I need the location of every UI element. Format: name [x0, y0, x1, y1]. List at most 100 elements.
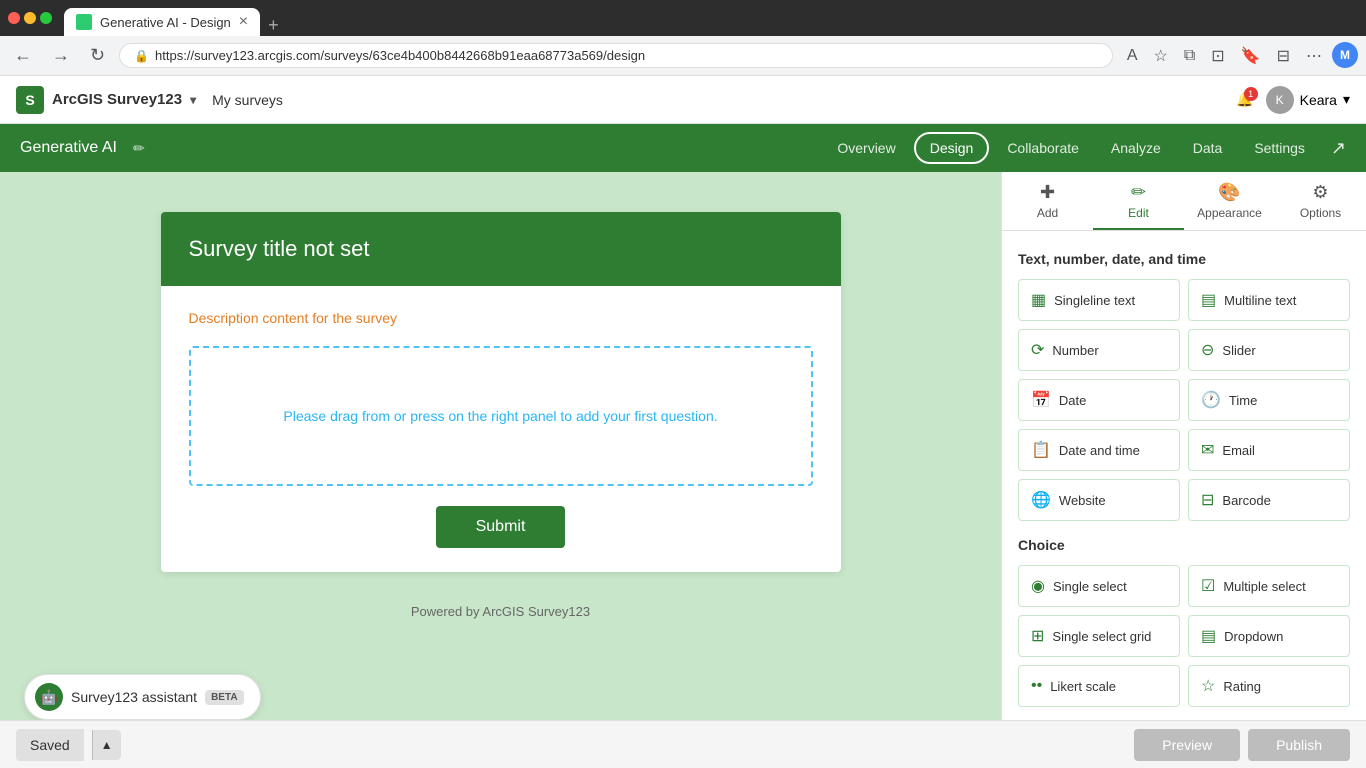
appearance-tab-icon: 🎨 [1218, 182, 1240, 203]
singleline-text-label: Singleline text [1054, 293, 1135, 308]
more-tools-button[interactable]: ⋯ [1300, 42, 1328, 70]
address-bar-row: ← → ↻ 🔒 https://survey123.arcgis.com/sur… [0, 36, 1366, 76]
window-controls [8, 12, 52, 24]
tab-options[interactable]: ⚙ Options [1275, 172, 1366, 230]
nav-data[interactable]: Data [1179, 134, 1237, 162]
rating-icon: ☆ [1201, 676, 1215, 696]
favorites-button[interactable]: 🔖 [1235, 42, 1267, 70]
survey-header: Generative AI ✏ Overview Design Collabor… [0, 124, 1366, 172]
likert-scale-button[interactable]: •• Likert scale [1018, 665, 1180, 707]
time-button[interactable]: 🕐 Time [1188, 379, 1350, 421]
email-icon: ✉ [1201, 440, 1214, 460]
app-header-right: 🔔 1 K Keara ▾ [1236, 86, 1350, 114]
minimize-btn[interactable] [24, 12, 36, 24]
dropdown-label: Dropdown [1224, 629, 1283, 644]
tab-add[interactable]: ✚ Add [1002, 172, 1093, 230]
slider-icon: ⊖ [1201, 340, 1214, 360]
notification-icon[interactable]: 🔔 1 [1236, 91, 1253, 108]
number-icon: ⟳ [1031, 340, 1044, 360]
slider-button[interactable]: ⊖ Slider [1188, 329, 1350, 371]
survey-card-body: Description content for the survey Pleas… [161, 286, 841, 572]
my-surveys-link[interactable]: My surveys [212, 92, 283, 108]
singleline-text-button[interactable]: ▦ Singleline text [1018, 279, 1180, 321]
tab-edit[interactable]: ✏ Edit [1093, 172, 1184, 230]
assistant-button[interactable]: 🤖 Survey123 assistant BETA [24, 674, 261, 720]
tab-appearance[interactable]: 🎨 Appearance [1184, 172, 1275, 230]
browser-chrome: Generative AI - Design × + [0, 0, 1366, 36]
maximize-btn[interactable] [40, 12, 52, 24]
nav-overview[interactable]: Overview [823, 134, 909, 162]
user-dropdown-icon: ▾ [1343, 91, 1350, 108]
refresh-button[interactable]: ↻ [84, 41, 111, 70]
singleline-text-icon: ▦ [1031, 290, 1046, 310]
assistant-icon: 🤖 [35, 683, 63, 711]
nav-analyze[interactable]: Analyze [1097, 134, 1175, 162]
rating-label: Rating [1223, 679, 1261, 694]
panel-tabs: ✚ Add ✏ Edit 🎨 Appearance ⚙ Options [1002, 172, 1366, 231]
survey-card-title: Survey title not set [189, 236, 813, 262]
submit-button[interactable]: Submit [436, 506, 566, 548]
email-button[interactable]: ✉ Email [1188, 429, 1350, 471]
address-bar[interactable]: 🔒 https://survey123.arcgis.com/surveys/6… [119, 43, 1113, 68]
number-button[interactable]: ⟳ Number [1018, 329, 1180, 371]
nav-collaborate[interactable]: Collaborate [993, 134, 1093, 162]
nav-settings[interactable]: Settings [1240, 134, 1319, 162]
user-info[interactable]: K Keara ▾ [1266, 86, 1350, 114]
read-mode-button[interactable]: A [1121, 42, 1144, 70]
url-text: https://survey123.arcgis.com/surveys/63c… [155, 48, 645, 63]
saved-dropdown-button[interactable]: ▲ [92, 730, 121, 760]
date-button[interactable]: 📅 Date [1018, 379, 1180, 421]
single-select-grid-button[interactable]: ⊞ Single select grid [1018, 615, 1180, 657]
tab-favicon [76, 14, 92, 30]
share-icon[interactable]: ↗ [1331, 138, 1346, 159]
new-tab-button[interactable]: + [260, 15, 287, 36]
publish-button[interactable]: Publish [1248, 729, 1350, 761]
likert-scale-label: Likert scale [1050, 679, 1116, 694]
multiple-select-button[interactable]: ☑ Multiple select [1188, 565, 1350, 607]
rating-button[interactable]: ☆ Rating [1188, 665, 1350, 707]
edit-tab-label: Edit [1128, 206, 1149, 220]
notification-badge: 1 [1244, 87, 1258, 101]
date-icon: 📅 [1031, 390, 1051, 410]
dropdown-icon: ▤ [1201, 626, 1216, 646]
website-label: Website [1059, 493, 1106, 508]
tab-close-icon[interactable]: × [239, 14, 248, 30]
website-button[interactable]: 🌐 Website [1018, 479, 1180, 521]
preview-button[interactable]: Preview [1134, 729, 1240, 761]
active-tab[interactable]: Generative AI - Design × [64, 8, 260, 36]
forward-button[interactable]: → [46, 41, 76, 70]
nav-design[interactable]: Design [914, 132, 990, 164]
date-and-time-label: Date and time [1059, 443, 1140, 458]
edit-title-icon[interactable]: ✏ [133, 140, 145, 157]
collections-button[interactable]: ⊟ [1271, 42, 1296, 70]
right-panel: ✚ Add ✏ Edit 🎨 Appearance ⚙ Options Text… [1001, 172, 1366, 768]
panel-content: Text, number, date, and time ▦ Singlelin… [1002, 231, 1366, 768]
date-and-time-button[interactable]: 📋 Date and time [1018, 429, 1180, 471]
beta-badge: BETA [205, 690, 243, 705]
multiline-text-button[interactable]: ▤ Multiline text [1188, 279, 1350, 321]
browser-profile[interactable]: M [1332, 42, 1358, 68]
number-label: Number [1052, 343, 1098, 358]
barcode-button[interactable]: ⊟ Barcode [1188, 479, 1350, 521]
email-label: Email [1222, 443, 1255, 458]
survey-description: Description content for the survey [189, 310, 813, 326]
back-button[interactable]: ← [8, 41, 38, 70]
close-btn[interactable] [8, 12, 20, 24]
add-tab-icon: ✚ [1040, 182, 1055, 203]
saved-button[interactable]: Saved [16, 729, 84, 761]
text-types-grid: ▦ Singleline text ▤ Multiline text ⟳ Num… [1018, 279, 1350, 521]
extensions-button[interactable]: ⧉ [1178, 42, 1201, 70]
logo-dropdown-icon[interactable]: ▾ [190, 93, 196, 107]
dropdown-button[interactable]: ▤ Dropdown [1188, 615, 1350, 657]
bookmark-button[interactable]: ☆ [1147, 42, 1173, 70]
single-select-button[interactable]: ◉ Single select [1018, 565, 1180, 607]
app-logo-text: ArcGIS Survey123 [52, 91, 182, 108]
toolbar-icons: A ☆ ⧉ ⊡ 🔖 ⊟ ⋯ M [1121, 42, 1358, 70]
split-view-button[interactable]: ⊡ [1205, 42, 1230, 70]
section-title-text: Text, number, date, and time [1018, 251, 1350, 267]
add-tab-label: Add [1037, 206, 1058, 220]
barcode-icon: ⊟ [1201, 490, 1214, 510]
survey-card-header: Survey title not set [161, 212, 841, 286]
single-select-grid-label: Single select grid [1052, 629, 1151, 644]
drop-zone[interactable]: Please drag from or press on the right p… [189, 346, 813, 486]
